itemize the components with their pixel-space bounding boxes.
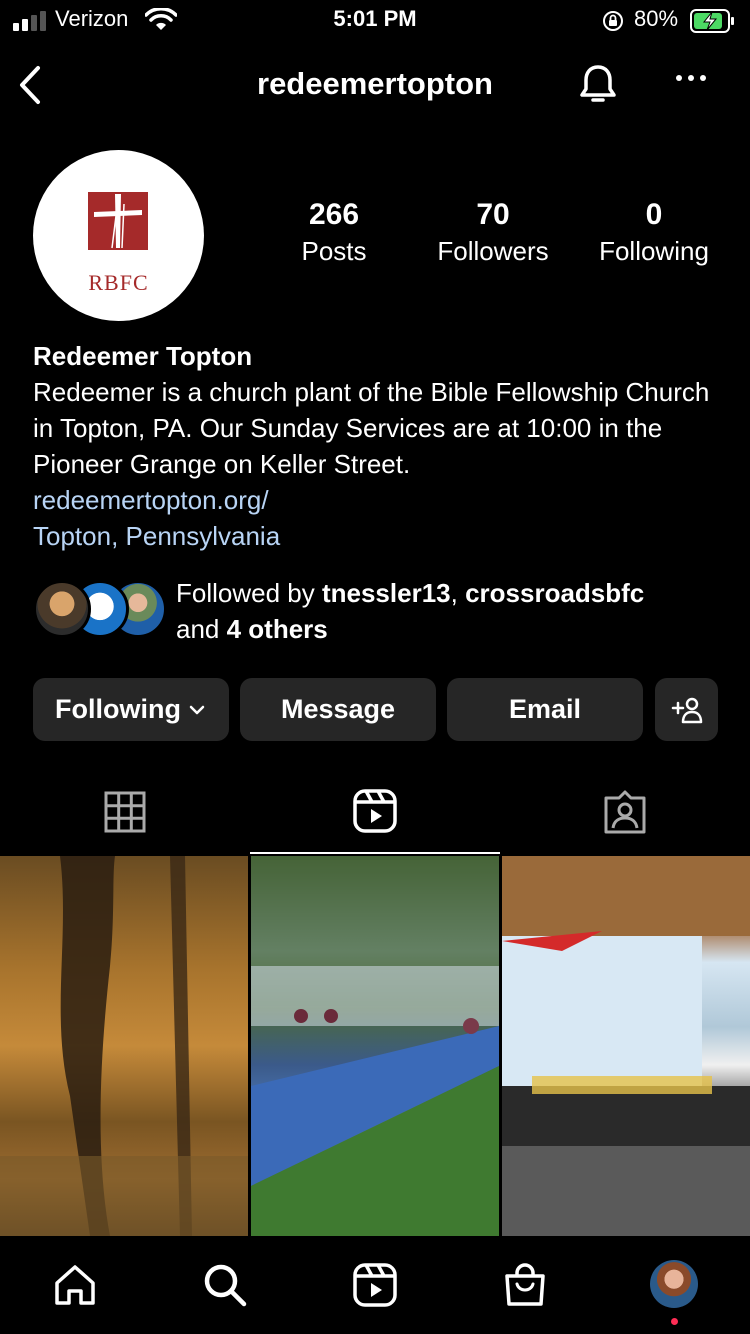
profile-header: redeemertopton [0,50,750,120]
followed-by-text: Followed by tnessler13, crossroadsbfc and… [176,575,736,647]
mutual-follower-avatar [33,580,91,638]
notifications-button[interactable] [576,62,620,111]
email-button[interactable]: Email [447,678,643,741]
followers-stat[interactable]: 70 Followers [413,198,573,267]
mutual-follower-name: tnessler13 [321,578,451,608]
website-link[interactable]: redeemertopton.org/ [33,482,723,518]
page-title: redeemertopton [257,66,493,101]
reel-thumbnail[interactable] [502,856,750,1236]
bottom-navigation [0,1236,750,1334]
cross-logo-icon [88,192,148,250]
email-button-label: Email [508,694,582,724]
battery-percent: 80% [634,6,679,31]
add-person-icon [671,697,702,723]
tab-reels[interactable] [250,770,500,854]
mutual-follower-name: crossroadsbfc [465,578,645,608]
message-button[interactable]: Message [240,678,436,741]
orientation-lock-icon [601,9,625,38]
tab-tagged[interactable] [500,770,750,854]
nav-shop[interactable] [500,1260,550,1310]
following-button[interactable]: Following [33,678,229,741]
more-options-button[interactable] [676,75,706,81]
followed-by-prefix: Followed by [176,578,322,608]
and-text: and [176,614,227,644]
posts-label: Posts [301,236,367,266]
separator: , [450,578,466,608]
posts-stat[interactable]: 266 Posts [254,198,414,267]
suggested-users-button[interactable] [655,678,718,741]
chevron-down-icon [189,705,205,714]
profile-tabs [0,770,750,856]
followers-count: 70 [476,198,510,231]
following-stat[interactable]: 0 Following [574,198,734,267]
mutual-followers[interactable]: Followed by tnessler13, crossroadsbfc and… [33,575,723,645]
nav-home[interactable] [50,1260,100,1310]
nav-reels[interactable] [350,1260,400,1310]
profile-bio: Redeemer Topton Redeemer is a church pla… [33,338,723,554]
battery-icon [690,8,736,39]
nav-profile-avatar[interactable] [650,1260,698,1308]
shop-icon [505,1263,545,1306]
following-label: Following [599,236,709,266]
following-count: 0 [645,198,663,231]
posts-count: 266 [308,198,360,231]
others-count: 4 others [226,614,328,644]
status-bar: Verizon 5:01 PM 80% [0,0,750,42]
location-link[interactable]: Topton, Pennsylvania [33,518,723,554]
notification-dot [671,1318,678,1325]
bio-text: Redeemer is a church plant of the Bible … [33,377,710,479]
following-button-label: Following [55,694,181,724]
tagged-icon [604,790,646,834]
nav-search[interactable] [200,1260,250,1310]
reels-grid [0,856,750,1236]
search-icon [204,1264,247,1307]
profile-name: Redeemer Topton [33,341,253,371]
reel-thumbnail[interactable] [251,856,499,1236]
bell-icon [580,65,616,102]
avatar-logo-text: RBFC [88,270,149,295]
tab-posts-grid[interactable] [0,770,250,854]
reels-icon [353,1263,397,1307]
followers-label: Followers [437,236,549,266]
grid-icon [104,791,146,833]
reels-icon [353,789,397,833]
message-button-label: Message [280,694,396,724]
home-icon [55,1265,95,1305]
reel-thumbnail[interactable] [0,856,248,1236]
profile-avatar[interactable]: RBFC [33,150,204,321]
